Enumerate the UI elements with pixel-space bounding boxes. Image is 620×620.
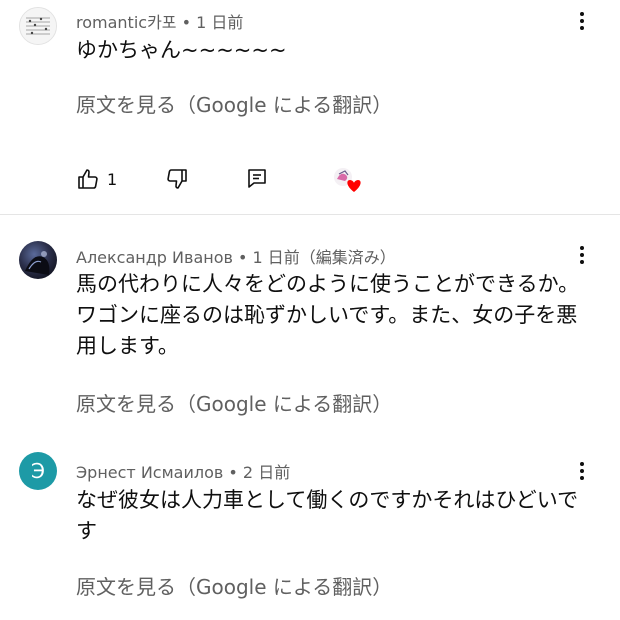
avatar-letter: Э: [31, 459, 45, 483]
comment-text: ゆかちゃん~~~~~~: [76, 38, 287, 62]
see-original-link[interactable]: 原文を見る（Google による翻訳）: [76, 571, 392, 600]
comment-text: なぜ彼女は人力車として働くのですかそれはひどいです: [76, 488, 579, 543]
comment-menu-button[interactable]: [570, 243, 594, 267]
comment-text: 馬の代わりに人々をどのように使うことができるか。ワゴンに座るのは恥ずかしいです。…: [76, 272, 580, 358]
avatar[interactable]: Э: [19, 452, 57, 490]
comment-author-and-time: romantic카포 • 1 日前: [76, 13, 244, 32]
comment-action-bar: 1: [0, 165, 620, 195]
comment-author-and-time: Эрнест Исмаилов • 2 日前: [76, 463, 291, 482]
dislike-button[interactable]: [165, 167, 189, 191]
thumb-down-icon: [167, 169, 187, 189]
comment-meta: Александр Иванов • 1 日前（編集済み）: [76, 244, 396, 268]
like-button[interactable]: 1: [76, 167, 117, 191]
avatar-image: [20, 8, 56, 44]
comment-menu-button[interactable]: [570, 9, 594, 33]
section-divider: [0, 214, 620, 215]
creator-heart-badge[interactable]: [332, 165, 364, 195]
comment-menu-button[interactable]: [570, 459, 594, 483]
see-original-link[interactable]: 原文を見る（Google による翻訳）: [76, 89, 392, 118]
thumb-up-icon: [78, 169, 98, 189]
avatar[interactable]: [19, 7, 57, 45]
comment-author-and-time: Александр Иванов • 1 日前（編集済み）: [76, 248, 396, 267]
reply-button[interactable]: [245, 167, 269, 191]
comment-icon: [248, 169, 266, 188]
avatar[interactable]: [19, 241, 57, 279]
see-original-link[interactable]: 原文を見る（Google による翻訳）: [76, 388, 392, 417]
comment-meta: Эрнест Исмаилов • 2 日前: [76, 459, 290, 483]
avatar-image: [25, 251, 50, 275]
creator-heart-icon: [334, 168, 361, 192]
comment-meta: romantic카포 • 1 日前: [76, 9, 243, 33]
like-count: 1: [107, 169, 118, 189]
